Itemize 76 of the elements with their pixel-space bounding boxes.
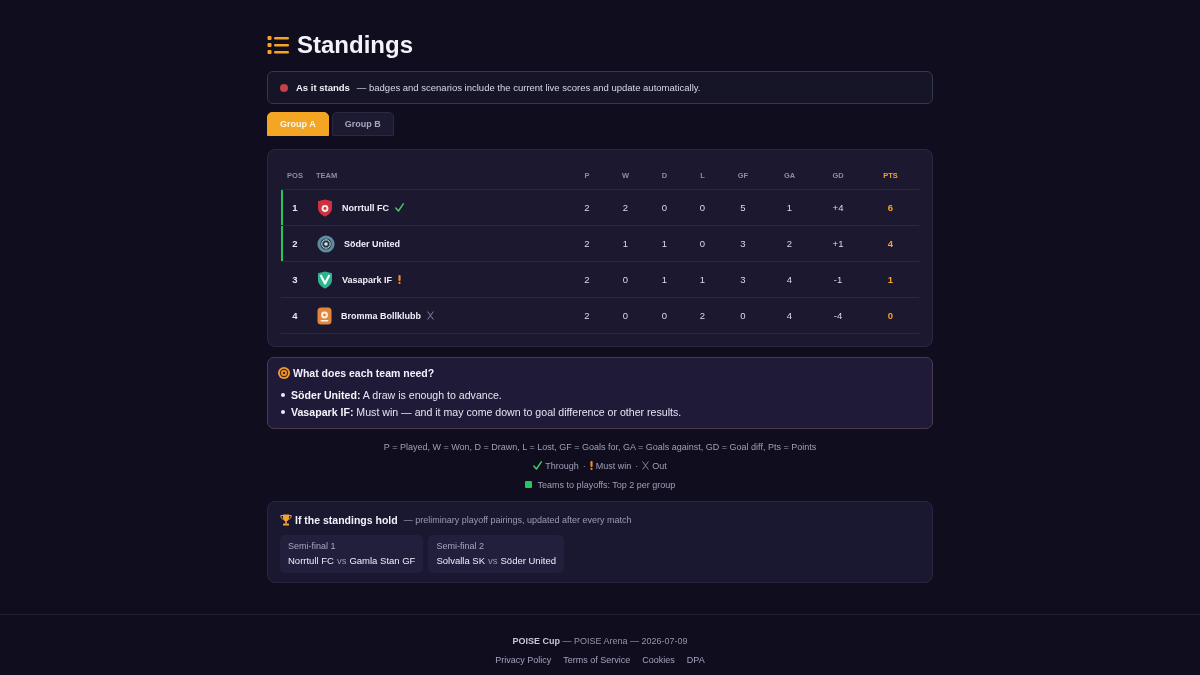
legend-text: P = Played, W = Won, D = Drawn, L = Lost, GF = Goals for, GA = Goals against, GD = Goal diff, Pts = Points [383, 440, 817, 454]
points-cell: 1 [862, 261, 919, 298]
separator-text: · [635, 460, 639, 471]
team-name: Gamla Stan GF [349, 555, 416, 566]
position-cell: 1 [281, 189, 309, 226]
team-name: Söder United [500, 555, 556, 566]
target-icon [278, 367, 290, 379]
team-name: Vasapark IF [342, 274, 393, 285]
footer-link[interactable]: DPA [686, 655, 705, 665]
stat-cell: 3 [721, 261, 765, 298]
stat-cell: -1 [814, 261, 862, 298]
stat-cell: 0 [721, 297, 765, 334]
position-cell: 2 [281, 225, 309, 262]
stat-cell: 1 [645, 261, 684, 298]
need-text: Vasapark IF: Must win — and it may come down to goal difference or other results. [291, 404, 682, 419]
stat-cell: +1 [814, 225, 862, 262]
footer-link[interactable]: Privacy Policy [495, 655, 552, 665]
stat-cell: 2 [568, 297, 606, 334]
position-cell: 4 [281, 297, 309, 334]
legend-label: Through [545, 460, 579, 471]
pairing-label: Semi-final 2 [436, 540, 485, 553]
stat-cell: -4 [814, 297, 862, 334]
stat-cell: 1 [765, 189, 814, 226]
versus-text: vs [336, 555, 347, 566]
team-name: Norrtull FC [288, 555, 334, 566]
footer-link[interactable]: Cookies [642, 655, 675, 665]
live-dot-icon [280, 83, 288, 92]
stat-cell: 0 [645, 189, 684, 226]
stat-cell: 2 [568, 261, 606, 298]
stat-cell: 5 [721, 189, 765, 226]
stat-cell: 2 [606, 189, 645, 226]
versus-text: vs [488, 555, 498, 566]
stat-cell: 0 [684, 225, 721, 262]
stat-cell: 4 [765, 261, 814, 298]
points-cell: 4 [862, 225, 919, 262]
team-name: Bromma Bollklubb [341, 310, 421, 321]
stat-cell: 0 [645, 297, 684, 334]
section-subtitle: — preliminary playoff pairings, updated after every match [403, 515, 632, 525]
stat-cell: 2 [568, 225, 606, 262]
bullet-icon [281, 392, 285, 397]
footer-link[interactable]: Terms of Service [563, 655, 631, 665]
section-title: If the standings hold [295, 514, 398, 526]
legend-label: Must win [595, 460, 632, 471]
stat-cell: 1 [606, 225, 645, 262]
section-title: What does each team need? [293, 367, 435, 379]
swatch-icon [524, 481, 532, 488]
stat-cell: 1 [684, 261, 721, 298]
stat-cell: 4 [765, 297, 814, 334]
stat-cell: 3 [721, 225, 765, 262]
points-cell: 0 [862, 297, 919, 334]
team-name: Söder United [344, 238, 400, 249]
stat-cell: 2 [765, 225, 814, 262]
stat-cell: 2 [684, 297, 721, 334]
footer-text: POISE Cup — POISE Arena — 2026-07-09 [511, 635, 689, 648]
pairing-label: Semi-final 1 [288, 540, 337, 553]
list-icon [267, 35, 289, 55]
team-name: Norrtull FC [342, 202, 389, 213]
points-cell: 6 [862, 189, 919, 226]
banner-title: As it stands [296, 82, 350, 93]
page-title: Standings [297, 31, 413, 59]
banner-text: — badges and scenarios include the current live scores and update automatically. [356, 82, 701, 93]
position-cell: 3 [281, 261, 309, 298]
stat-cell: +4 [814, 189, 862, 226]
trophy-icon [280, 514, 292, 526]
bullet-icon [281, 409, 285, 414]
need-text: Söder United: A draw is enough to advance. [291, 387, 502, 402]
legend-text: Teams to playoffs: Top 2 per group [537, 479, 676, 490]
stat-cell: 0 [684, 189, 721, 226]
stat-cell: 0 [606, 261, 645, 298]
stat-cell: 0 [606, 297, 645, 334]
stat-cell: 2 [568, 189, 606, 226]
legend-label: Out [652, 460, 667, 471]
stat-cell: 1 [645, 225, 684, 262]
separator-text: · [582, 460, 586, 471]
group-tab[interactable]: Group B [331, 112, 394, 136]
team-name: Solvalla SK [436, 555, 485, 566]
